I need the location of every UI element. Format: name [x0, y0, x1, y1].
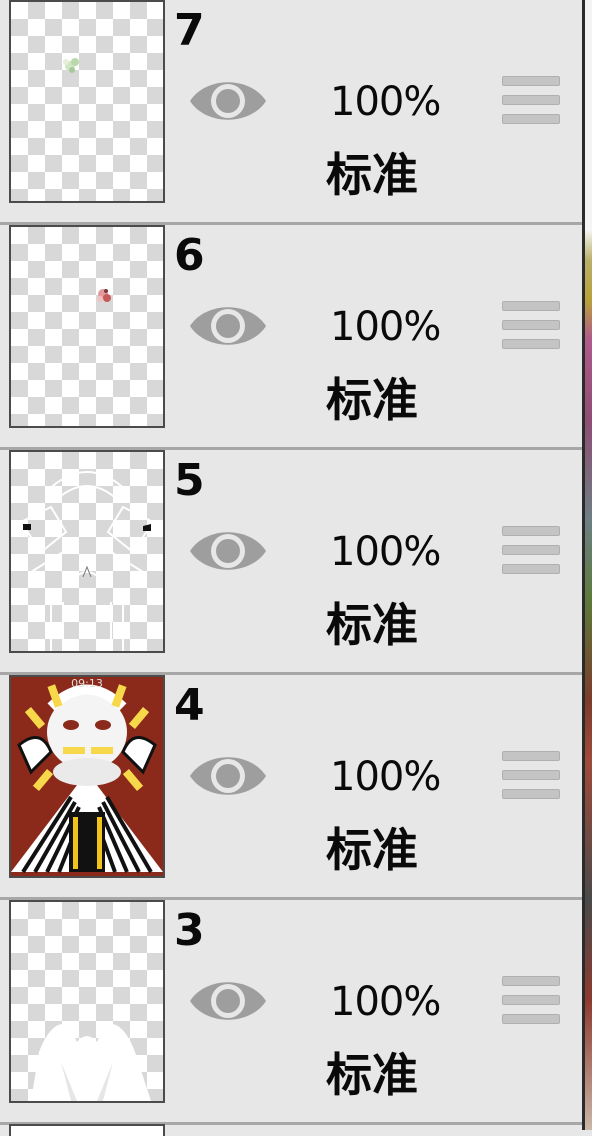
layer-row-4[interactable]: 09:13 4 100% 标准 [0, 675, 582, 900]
drag-handle-icon[interactable] [502, 751, 560, 803]
drag-handle-icon[interactable] [502, 76, 560, 128]
drag-handle-icon[interactable] [502, 526, 560, 578]
eye-icon[interactable] [188, 522, 268, 580]
blend-mode[interactable]: 标准 [326, 598, 418, 652]
opacity-value[interactable]: 100% [330, 78, 441, 126]
layer-thumbnail[interactable]: 09:13 [9, 675, 165, 878]
eye-icon[interactable] [188, 747, 268, 805]
drag-handle-icon[interactable] [502, 976, 560, 1028]
thumbnail-art [97, 289, 111, 302]
layer-thumbnail[interactable] [9, 225, 165, 428]
layer-row-5[interactable]: 5 100% 标准 [0, 450, 582, 675]
eye-icon[interactable] [188, 972, 268, 1030]
layer-row-7[interactable]: 7 100% 标准 [0, 0, 582, 225]
layer-number: 7 [174, 5, 205, 56]
drag-handle-icon[interactable] [502, 301, 560, 353]
layer-thumbnail[interactable] [9, 900, 165, 1103]
layer-number: 4 [174, 680, 205, 731]
canvas-edge [582, 0, 592, 1130]
thumbnail-art [63, 58, 79, 73]
layer-number: 3 [174, 905, 205, 956]
thumbnail-art [31, 1023, 151, 1101]
thumbnail-art [19, 471, 155, 651]
blend-mode[interactable]: 标准 [326, 373, 418, 427]
layers-panel: 7 100% 标准 6 100% 标准 5 100% 标准 09:13 4 10… [0, 0, 582, 1136]
opacity-value[interactable]: 100% [330, 303, 441, 351]
layer-number: 5 [174, 455, 205, 506]
layer-row-3[interactable]: 3 100% 标准 [0, 900, 582, 1125]
blend-mode[interactable]: 标准 [326, 823, 418, 877]
thumbnail-art: 09:13 [11, 677, 163, 876]
layer-thumbnail[interactable] [9, 450, 165, 653]
eye-icon[interactable] [188, 297, 268, 355]
blend-mode[interactable]: 标准 [326, 148, 418, 202]
eye-icon[interactable] [188, 72, 268, 130]
opacity-value[interactable]: 100% [330, 978, 441, 1026]
layer-row-6[interactable]: 6 100% 标准 [0, 225, 582, 450]
opacity-value[interactable]: 100% [330, 753, 441, 801]
layer-thumbnail[interactable] [9, 0, 165, 203]
blend-mode[interactable]: 标准 [326, 1048, 418, 1102]
opacity-value[interactable]: 100% [330, 528, 441, 576]
thumbnail-clock-text: 09:13 [71, 677, 103, 690]
layer-number: 6 [174, 230, 205, 281]
layer-thumbnail-partial[interactable] [9, 1124, 165, 1136]
